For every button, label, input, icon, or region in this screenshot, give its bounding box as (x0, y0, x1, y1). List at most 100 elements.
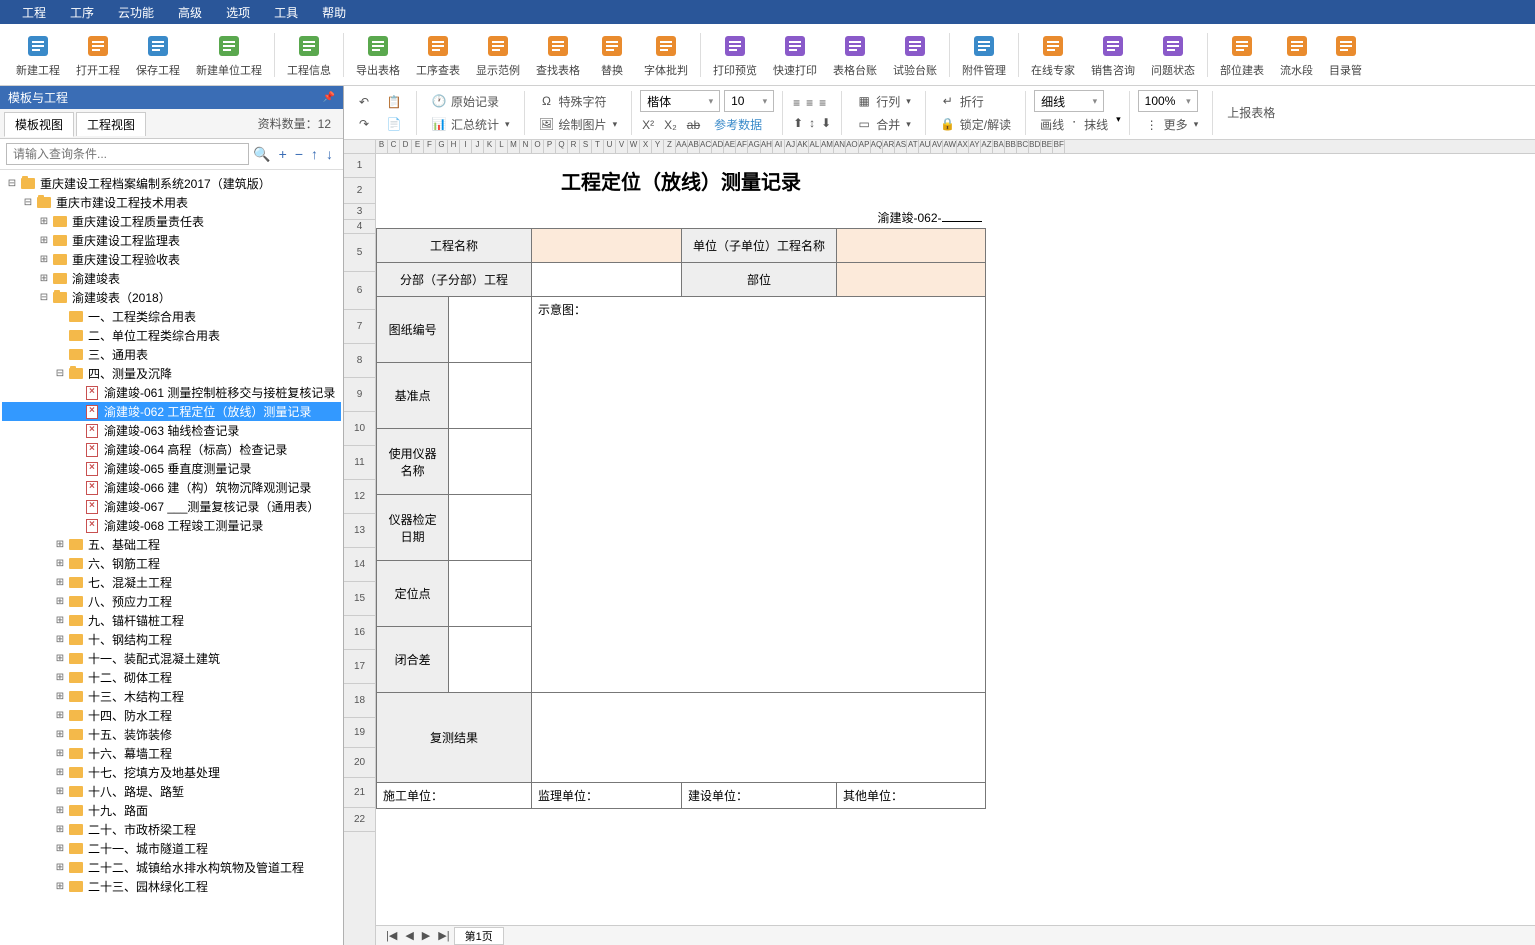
expand-icon[interactable]: ⊞ (54, 615, 66, 626)
expand-icon[interactable]: ⊞ (54, 729, 66, 740)
col-header-BA[interactable]: BA (993, 140, 1005, 153)
row-header-8[interactable]: 8 (344, 344, 375, 378)
tab-template-view[interactable]: 模板视图 (4, 112, 74, 137)
row-header-17[interactable]: 17 (344, 650, 375, 684)
toolbar-folder-open-button[interactable]: 打开工程 (68, 30, 128, 80)
expand-icon[interactable]: ⊞ (38, 235, 50, 246)
row-header-2[interactable]: 2 (344, 178, 375, 204)
tree-lvl3a-6[interactable]: ⊞十一、装配式混凝土建筑 (2, 649, 341, 668)
col-header-AP[interactable]: AP (859, 140, 871, 153)
prev-page-button[interactable]: ◀ (401, 929, 417, 942)
toolbar-doc-button[interactable]: 新建工程 (8, 30, 68, 80)
input-instrument[interactable] (449, 429, 532, 495)
merge-button[interactable]: ▭合并▾ (850, 114, 917, 135)
col-header-R[interactable]: R (568, 140, 580, 153)
expand-icon[interactable]: ⊞ (54, 691, 66, 702)
expand-icon[interactable]: ⊞ (54, 767, 66, 778)
menu-cloud[interactable]: 云功能 (106, 4, 166, 21)
row-header-11[interactable]: 11 (344, 446, 375, 480)
valign-bot-button[interactable]: ⬇ (819, 114, 833, 132)
col-header-AU[interactable]: AU (919, 140, 931, 153)
first-page-button[interactable]: |◀ (382, 929, 401, 942)
col-header-E[interactable]: E (412, 140, 424, 153)
toolbar-attach-button[interactable]: 附件管理 (954, 30, 1014, 80)
tree-lvl3a-17[interactable]: ⊞二十二、城镇给水排水构筑物及管道工程 (2, 858, 341, 877)
tree-lvl1[interactable]: ⊟重庆市建设工程技术用表 (2, 193, 341, 212)
col-header-O[interactable]: O (532, 140, 544, 153)
lineweight-select[interactable]: 细线▾ (1034, 90, 1104, 112)
expand-icon[interactable]: ⊞ (54, 710, 66, 721)
tree-root[interactable]: ⊟重庆建设工程档案编制系统2017（建筑版） (2, 174, 341, 193)
col-header-Y[interactable]: Y (652, 140, 664, 153)
tree-lvl3-1[interactable]: 二、单位工程类综合用表 (2, 326, 341, 345)
wipeline-button[interactable]: 抹线 (1078, 114, 1114, 135)
superscript-button[interactable]: X² (640, 118, 656, 132)
tree-lvl3a-10[interactable]: ⊞十五、装饰装修 (2, 725, 341, 744)
col-header-AV[interactable]: AV (931, 140, 943, 153)
valign-mid-button[interactable]: ↕ (807, 114, 817, 132)
col-header-AL[interactable]: AL (809, 140, 821, 153)
input-subpart[interactable] (532, 263, 682, 297)
toolbar-list-button[interactable]: 工序查表 (408, 30, 468, 80)
toolbar-replace-button[interactable]: 替换 (588, 30, 636, 80)
row-header-7[interactable]: 7 (344, 310, 375, 344)
ref-data-button[interactable]: 参考数据 (708, 114, 768, 135)
align-center-button[interactable]: ≡ (804, 94, 815, 112)
expand-icon[interactable]: ⊞ (54, 824, 66, 835)
col-header-Z[interactable]: Z (664, 140, 676, 153)
expand-icon[interactable]: ⊞ (54, 748, 66, 759)
input-locate[interactable] (449, 561, 532, 627)
expand-icon[interactable]: ⊞ (54, 805, 66, 816)
diagram-area[interactable]: 示意图： (532, 297, 986, 693)
expand-icon[interactable]: ⊞ (38, 254, 50, 265)
toolbar-preview-button[interactable]: 打印预览 (705, 30, 765, 80)
col-header-AG[interactable]: AG (748, 140, 761, 153)
col-header-W[interactable]: W (628, 140, 640, 153)
tree-lvl3a-16[interactable]: ⊞二十一、城市隧道工程 (2, 839, 341, 858)
col-header-AC[interactable]: AC (700, 140, 712, 153)
input-datum[interactable] (449, 363, 532, 429)
col-header-S[interactable]: S (580, 140, 592, 153)
row-header-1[interactable]: 1 (344, 154, 375, 178)
col-header-AH[interactable]: AH (761, 140, 773, 153)
col-header-AZ[interactable]: AZ (981, 140, 993, 153)
font-select[interactable]: 楷体▾ (640, 90, 720, 112)
col-header-AJ[interactable]: AJ (785, 140, 797, 153)
row-header-12[interactable]: 12 (344, 480, 375, 514)
expand-icon[interactable]: ⊞ (38, 216, 50, 227)
toolbar-info-button[interactable]: 工程信息 (279, 30, 339, 80)
tree-doc-4[interactable]: 渝建竣-065 垂直度测量记录 (2, 459, 341, 478)
col-header-AR[interactable]: AR (883, 140, 895, 153)
fontsize-select[interactable]: 10▾ (724, 90, 774, 112)
row-header-19[interactable]: 19 (344, 718, 375, 748)
toolbar-save-button[interactable]: 保存工程 (128, 30, 188, 80)
expand-icon[interactable]: ⊟ (54, 368, 66, 379)
col-header-BF[interactable]: BF (1053, 140, 1065, 153)
tree-lvl3a-15[interactable]: ⊞二十、市政桥梁工程 (2, 820, 341, 839)
pin-icon[interactable]: 📌 (323, 92, 335, 103)
next-page-button[interactable]: ▶ (418, 929, 434, 942)
tree-lvl3-0[interactable]: 一、工程类综合用表 (2, 307, 341, 326)
stats-button[interactable]: 📊汇总统计▾ (425, 114, 516, 135)
search-icon[interactable]: 🔍 (249, 146, 274, 163)
col-header-K[interactable]: K (484, 140, 496, 153)
row-header-14[interactable]: 14 (344, 548, 375, 582)
col-header-P[interactable]: P (544, 140, 556, 153)
input-calib[interactable] (449, 495, 532, 561)
col-header-X[interactable]: X (640, 140, 652, 153)
input-drawing-no[interactable] (449, 297, 532, 363)
tree-lvl2-2[interactable]: ⊞重庆建设工程验收表 (2, 250, 341, 269)
toolbar-expert-button[interactable]: 在线专家 (1023, 30, 1083, 80)
tree-lvl3a-14[interactable]: ⊞十九、路面 (2, 801, 341, 820)
original-record-button[interactable]: 🕐原始记录 (425, 91, 516, 112)
col-header-G[interactable]: G (436, 140, 448, 153)
expand-icon[interactable]: ⊟ (6, 178, 18, 189)
toolbar-catalog-button[interactable]: 目录管 (1321, 30, 1370, 80)
tree-doc-3[interactable]: 渝建竣-064 高程（标高）检查记录 (2, 440, 341, 459)
col-header-AA[interactable]: AA (676, 140, 688, 153)
col-header-AI[interactable]: AI (773, 140, 785, 153)
col-header-T[interactable]: T (592, 140, 604, 153)
expand-icon[interactable]: ⊞ (54, 672, 66, 683)
wrap-button[interactable]: ↵折行 (934, 91, 1017, 112)
paste-button[interactable]: 📄 (380, 114, 408, 134)
